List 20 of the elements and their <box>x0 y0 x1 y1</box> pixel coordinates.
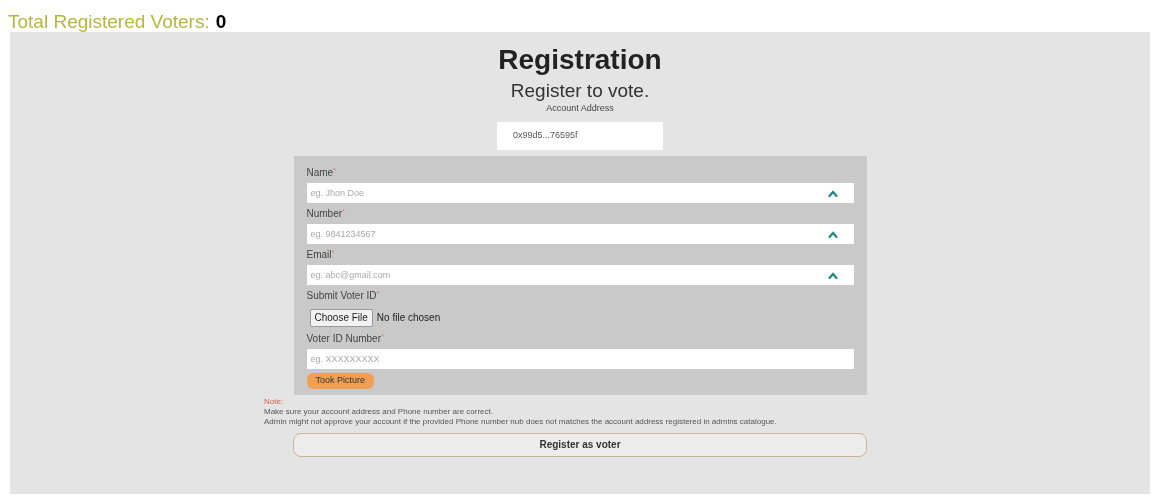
voter-count-label: Total Registered Voters: <box>8 10 210 34</box>
register-button[interactable]: Register as voter <box>293 432 867 457</box>
field-label: Voter ID Number <box>306 331 381 346</box>
input-field[interactable]: eg. 9841234567 <box>306 223 854 244</box>
file-status: No file chosen <box>376 311 441 325</box>
note-text: Admin might not approve your account if the provided Phone number nub does not matches the account address registered in admins catalogue. <box>264 416 778 427</box>
page-subtitle: Register to vote. <box>510 80 650 102</box>
account-label: Account Address <box>546 102 614 115</box>
take-picture-button[interactable]: Took Picture <box>306 372 375 389</box>
voter-count: 0 <box>215 10 227 34</box>
input-field[interactable]: eg. abc@gmail.com <box>306 264 854 285</box>
note-label: Note: <box>264 396 285 407</box>
choose-file-button[interactable]: Choose File <box>309 308 373 327</box>
field-label: Submit Voter ID <box>306 288 377 303</box>
note-text: Make sure your account address and Phone number are correct. <box>264 406 494 417</box>
input-field[interactable]: eg. Jhon Doe <box>306 182 854 203</box>
account-address-field: 0x99d5...76595f <box>497 121 663 150</box>
input-field[interactable]: eg. XXXXXXXXX <box>306 348 854 369</box>
page-title: Registration <box>498 44 662 76</box>
field-label: Email <box>306 247 332 262</box>
